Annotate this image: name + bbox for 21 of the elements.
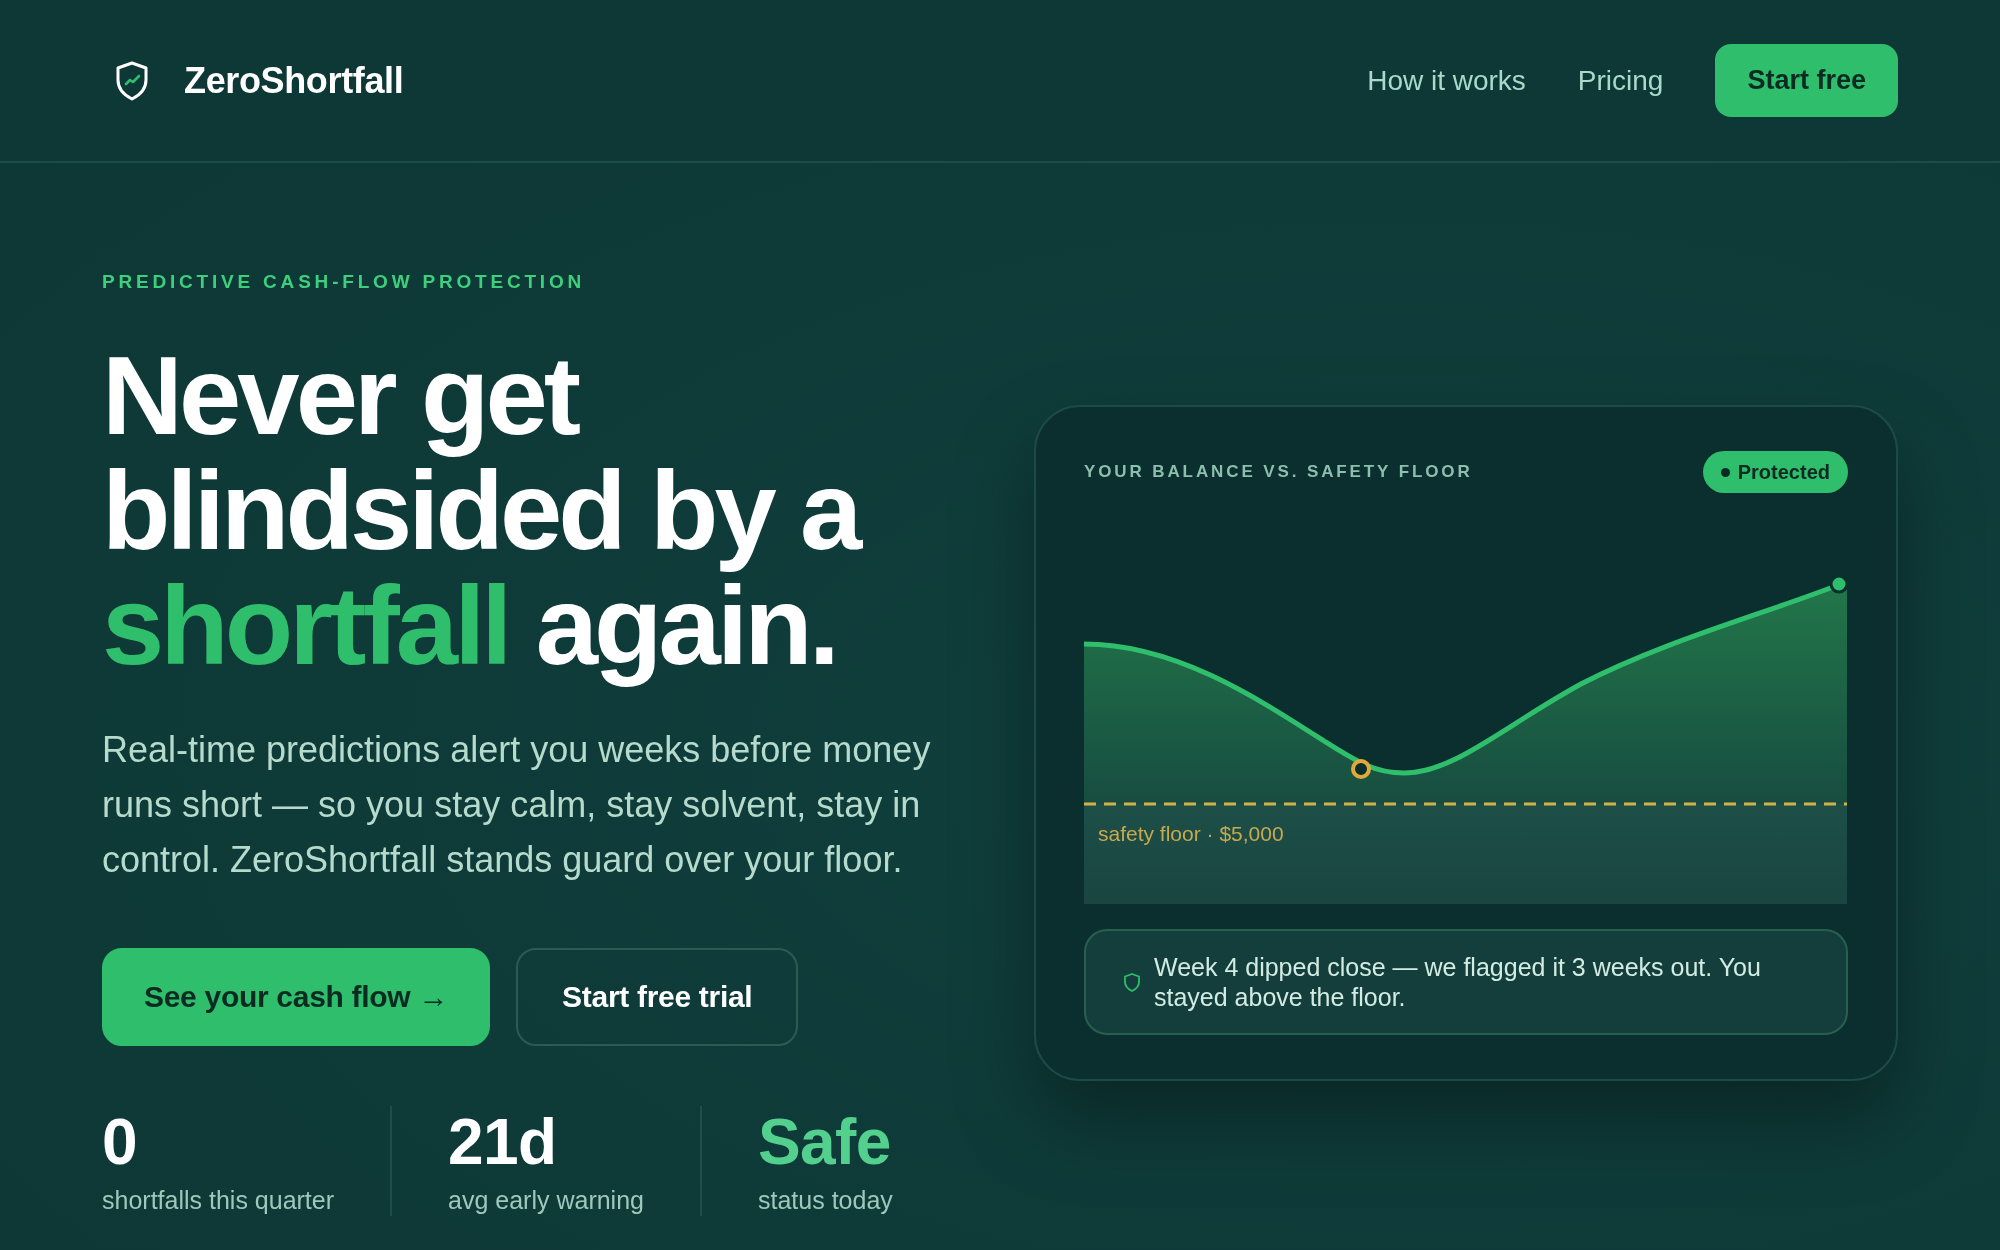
shield-icon bbox=[115, 60, 149, 101]
nav-link[interactable]: Pricing bbox=[1577, 64, 1664, 97]
stat-value: Safe bbox=[758, 1106, 892, 1178]
status-dot-icon bbox=[1720, 467, 1730, 477]
stat-label: status today bbox=[758, 1185, 893, 1216]
stat-value: 21d bbox=[448, 1106, 558, 1178]
stat-label: avg early warning bbox=[448, 1185, 644, 1216]
floor-label: safety floor · $5,000 bbox=[1098, 822, 1284, 846]
eyebrow-label: PREDICTIVE CASH-FLOW PROTECTION bbox=[102, 270, 586, 294]
shield-icon bbox=[1124, 972, 1140, 992]
nav-link[interactable]: How it works bbox=[1367, 64, 1526, 97]
stat-label: shortfalls this quarter bbox=[102, 1185, 335, 1216]
brand-name: ZeroShortfall bbox=[184, 59, 404, 102]
free-trial-button[interactable]: Start free trial bbox=[516, 948, 799, 1046]
card-title: YOUR BALANCE VS. SAFETY FLOOR bbox=[1084, 462, 1473, 482]
note-text: Week 4 dipped close — we flagged it 3 weeks out. You stayed above the floor. bbox=[1154, 952, 1762, 1012]
hero-description: Real-time predictions alert you weeks before money runs short — so you stay calm, stay solvent, stay in control. ZeroShortfall stands guard over your floor. bbox=[102, 728, 932, 882]
stat-value: 0 bbox=[102, 1106, 138, 1178]
status-label: Protected bbox=[1737, 460, 1830, 484]
cash-flow-button[interactable]: See your cash flow → bbox=[102, 948, 491, 1046]
start-free-button[interactable]: Start free bbox=[1715, 44, 1898, 117]
